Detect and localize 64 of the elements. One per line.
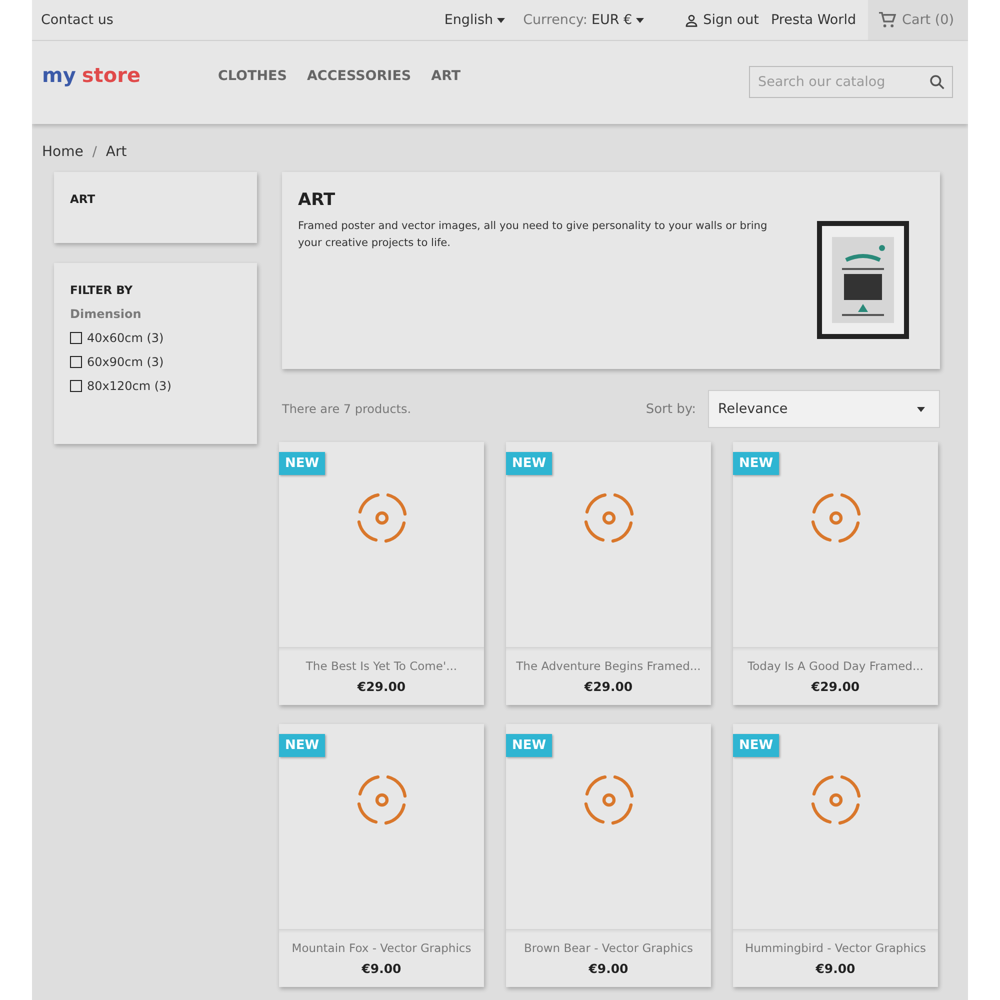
product-card[interactable]: NEW Today Is A Good Day Framed... €29.00 bbox=[733, 442, 938, 705]
product-name[interactable]: Brown Bear - Vector Graphics bbox=[524, 941, 694, 955]
product-card[interactable]: NEW The Adventure Begins Framed... €29.00 bbox=[506, 442, 711, 705]
menu-link[interactable]: CLOTHES bbox=[218, 68, 287, 84]
new-badge: NEW bbox=[506, 452, 552, 475]
breadcrumb-separator: / bbox=[92, 144, 97, 160]
search-field[interactable]: Search our catalog bbox=[749, 66, 953, 98]
new-badge: NEW bbox=[506, 734, 552, 757]
checkbox[interactable] bbox=[70, 332, 82, 344]
currency-dropdown[interactable]: EUR € bbox=[591, 12, 644, 28]
product-card[interactable]: NEW Mountain Fox - Vector Graphics €9.00 bbox=[279, 724, 484, 987]
currency-label: Currency: bbox=[523, 12, 588, 28]
category-title: ART bbox=[298, 190, 336, 210]
caret-icon bbox=[636, 18, 644, 22]
product-name[interactable]: Today Is A Good Day Framed... bbox=[748, 659, 924, 673]
loading-icon bbox=[582, 492, 634, 544]
caret-icon bbox=[497, 18, 506, 22]
product-name[interactable]: The Adventure Begins Framed... bbox=[516, 659, 701, 673]
facet-title: Dimension bbox=[70, 307, 142, 321]
caret-icon bbox=[917, 406, 925, 412]
new-badge: NEW bbox=[733, 452, 780, 475]
sort-label: Sort by: bbox=[646, 402, 696, 416]
loading-icon bbox=[356, 492, 408, 544]
checkbox[interactable] bbox=[70, 356, 82, 368]
filter-option[interactable]: 60x90cm (3) bbox=[70, 355, 241, 369]
sign-out-link[interactable]: Sign out bbox=[703, 12, 759, 28]
breadcrumb-link[interactable]: Home bbox=[42, 144, 84, 160]
filter-heading: FILTER BY bbox=[70, 283, 134, 297]
product-count: There are 7 products. bbox=[282, 402, 412, 416]
user-icon bbox=[684, 12, 700, 28]
cart-icon bbox=[878, 12, 896, 28]
product-price: €29.00 bbox=[357, 679, 406, 694]
product-name[interactable]: The Best Is Yet To Come'... bbox=[306, 659, 458, 673]
loading-icon bbox=[582, 774, 634, 826]
loading-icon bbox=[810, 492, 862, 544]
category-heading: ART bbox=[70, 192, 96, 206]
product-price: €29.00 bbox=[811, 679, 860, 694]
loading-icon bbox=[356, 774, 408, 826]
product-price: €29.00 bbox=[584, 679, 633, 694]
category-description: Framed poster and vector images, all you need to give personality to your walls or bring your creative projects to life. bbox=[298, 219, 768, 251]
new-badge: NEW bbox=[279, 452, 326, 475]
loading-icon bbox=[810, 774, 862, 826]
new-badge: NEW bbox=[279, 734, 326, 757]
menu-link[interactable]: ART bbox=[431, 68, 461, 84]
contact-link[interactable]: Contact us bbox=[41, 12, 114, 28]
sort-dropdown[interactable]: Relevance bbox=[708, 390, 940, 428]
product-name[interactable]: Hummingbird - Vector Graphics bbox=[745, 941, 926, 955]
product-card[interactable]: NEW Hummingbird - Vector Graphics €9.00 bbox=[733, 724, 938, 987]
checkbox[interactable] bbox=[70, 380, 82, 392]
account-link[interactable]: Presta World bbox=[770, 12, 856, 28]
product-price: €9.00 bbox=[362, 961, 402, 976]
product-price: €9.00 bbox=[588, 961, 628, 976]
new-badge: NEW bbox=[733, 734, 780, 757]
search-icon[interactable] bbox=[929, 74, 945, 90]
product-card[interactable]: NEW Brown Bear - Vector Graphics €9.00 bbox=[506, 724, 711, 987]
product-price: €9.00 bbox=[816, 961, 856, 976]
filter-option[interactable]: 40x60cm (3) bbox=[70, 331, 241, 345]
product-name[interactable]: Mountain Fox - Vector Graphics bbox=[292, 941, 472, 955]
filter-option[interactable]: 80x120cm (3) bbox=[70, 379, 241, 393]
store-logo[interactable]: my store bbox=[42, 63, 218, 87]
menu-link[interactable]: ACCESSORIES bbox=[306, 68, 412, 84]
product-card[interactable]: NEW The Best Is Yet To Come'... €29.00 bbox=[279, 442, 484, 705]
breadcrumb-link[interactable]: Art bbox=[106, 144, 127, 160]
language-dropdown[interactable]: English bbox=[444, 12, 506, 28]
